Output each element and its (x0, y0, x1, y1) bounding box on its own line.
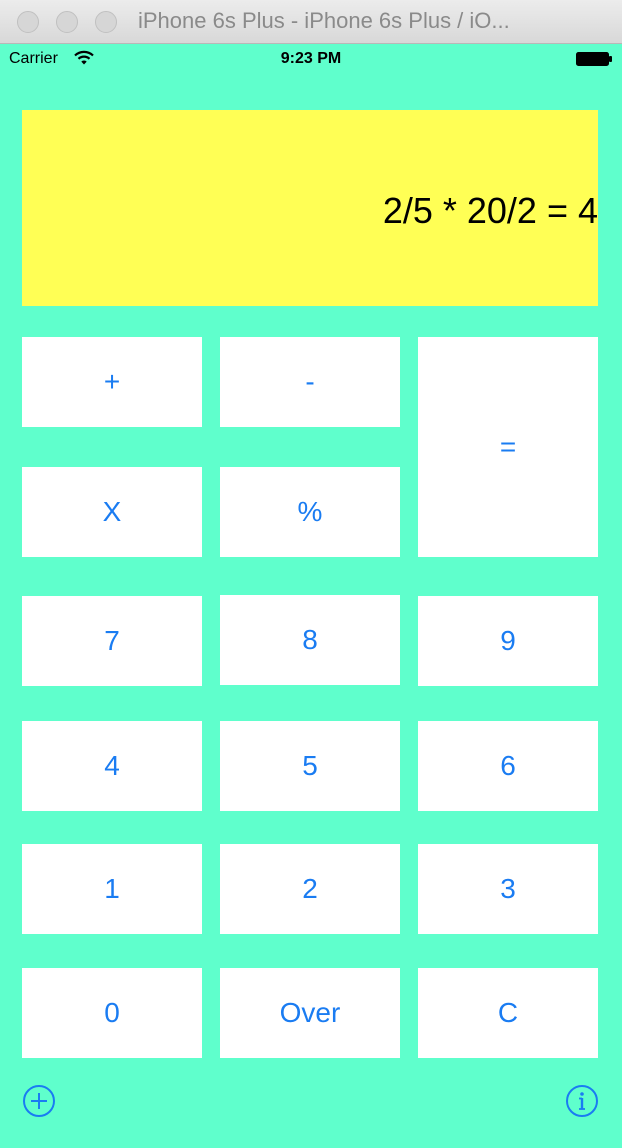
digit-6-button[interactable]: 6 (418, 721, 598, 811)
window-close-button[interactable] (17, 11, 39, 33)
result-text: 2/5 * 20/2 = 4 (382, 190, 598, 231)
equals-button[interactable]: = (418, 337, 598, 557)
digit-5-button[interactable]: 5 (220, 721, 400, 811)
multiply-button[interactable]: X (22, 467, 202, 557)
window-minimize-button[interactable] (56, 11, 78, 33)
status-time: 9:23 PM (280, 50, 342, 67)
add-circle-icon[interactable] (22, 1084, 56, 1118)
digit-0-button[interactable]: 0 (22, 968, 202, 1058)
clear-button[interactable]: C (418, 968, 598, 1058)
minus-button[interactable]: - (220, 337, 400, 427)
info-circle-icon[interactable] (565, 1084, 599, 1118)
percent-button[interactable]: % (220, 467, 400, 557)
digit-2-button[interactable]: 2 (220, 844, 400, 934)
digit-9-button[interactable]: 9 (418, 596, 598, 686)
digit-8-button[interactable]: 8 (220, 595, 400, 685)
window-zoom-button[interactable] (95, 11, 117, 33)
result-display: 2/5 * 20/2 = 4 (22, 110, 598, 306)
window-titlebar: iPhone 6s Plus - iPhone 6s Plus / iO... (0, 0, 622, 44)
over-button[interactable]: Over (220, 968, 400, 1058)
window-title: iPhone 6s Plus - iPhone 6s Plus / iO... (138, 8, 510, 33)
battery-icon (576, 52, 612, 66)
digit-1-button[interactable]: 1 (22, 844, 202, 934)
plus-button[interactable]: + (22, 337, 202, 427)
digit-7-button[interactable]: 7 (22, 596, 202, 686)
status-bar: Carrier 9:23 PM (0, 44, 622, 76)
digit-4-button[interactable]: 4 (22, 721, 202, 811)
digit-3-button[interactable]: 3 (418, 844, 598, 934)
